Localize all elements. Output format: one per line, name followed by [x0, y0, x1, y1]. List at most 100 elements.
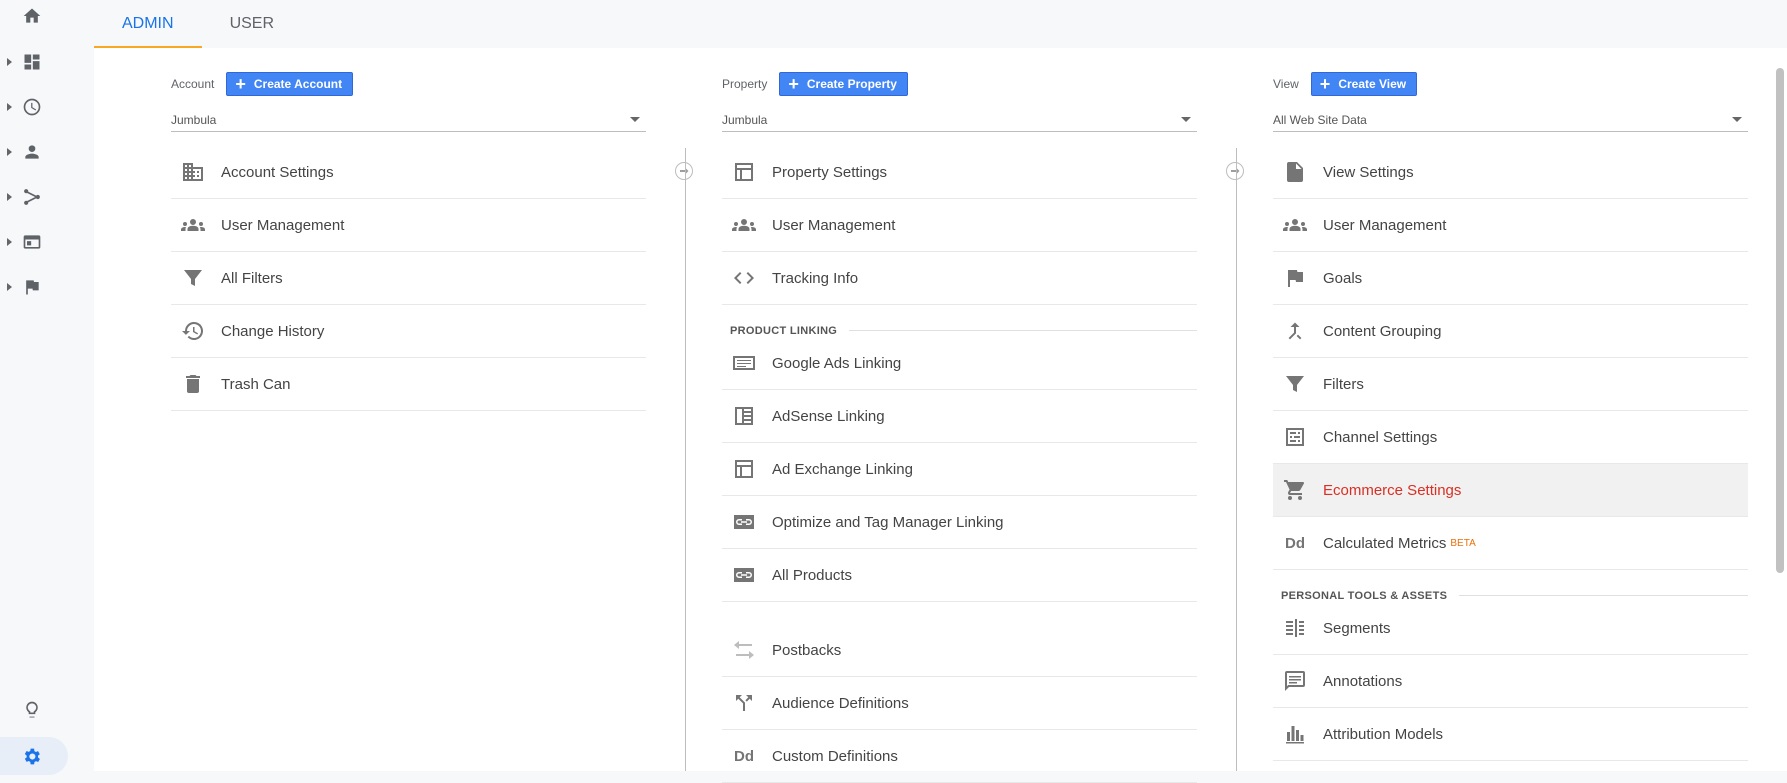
optimize-tag-manager-linking-item[interactable]: Optimize and Tag Manager Linking [722, 496, 1197, 549]
attribution-models-item[interactable]: Attribution Models [1273, 708, 1748, 761]
create-view-button[interactable]: + Create View [1310, 72, 1418, 96]
filter-icon [1281, 372, 1309, 396]
view-select[interactable]: All Web Site Data [1273, 108, 1748, 132]
tracking-info-item[interactable]: Tracking Info [722, 252, 1197, 305]
caret-right-icon [7, 103, 12, 111]
postbacks-item[interactable]: Postbacks [722, 624, 1197, 677]
goals-item[interactable]: Goals [1273, 252, 1748, 305]
beta-badge: BETA [1450, 537, 1476, 549]
admin-panel: Account + Create Account Jumbula Account… [94, 48, 1787, 783]
account-user-management-item[interactable]: User Management [171, 199, 646, 252]
people-icon [730, 213, 758, 237]
customization-nav-item[interactable] [0, 42, 68, 82]
dropdown-arrow-icon [630, 117, 640, 122]
segments-icon [1281, 616, 1309, 640]
trash-icon [179, 372, 207, 396]
adsense-linking-item[interactable]: AdSense Linking [722, 390, 1197, 443]
arrow-right-circle-icon [675, 162, 693, 180]
segments-item[interactable]: Segments [1273, 602, 1748, 655]
create-property-label: Create Property [806, 77, 897, 91]
acquisition-icon [24, 189, 40, 205]
ad-exchange-linking-item[interactable]: Ad Exchange Linking [722, 443, 1197, 496]
custom-definitions-item[interactable]: Dd Custom Definitions [722, 730, 1197, 783]
product-linking-section-header: PRODUCT LINKING [722, 305, 1197, 337]
layout-icon [730, 457, 758, 481]
left-nav-rail [0, 0, 68, 775]
column-divider [1236, 148, 1237, 771]
audience-definitions-item[interactable]: Audience Definitions [722, 677, 1197, 730]
all-products-item[interactable]: All Products [722, 549, 1197, 602]
account-select[interactable]: Jumbula [171, 108, 646, 132]
postback-icon [730, 638, 758, 662]
caret-right-icon [7, 193, 12, 201]
property-user-management-item[interactable]: User Management [722, 199, 1197, 252]
document-icon [1281, 160, 1309, 184]
bars-icon [1281, 722, 1309, 746]
view-selected-value: All Web Site Data [1273, 112, 1367, 127]
flag-icon [1281, 266, 1309, 290]
audience-nav-item[interactable] [0, 132, 68, 172]
create-property-button[interactable]: + Create Property [779, 72, 908, 96]
column-divider [685, 148, 686, 771]
plus-icon: + [1319, 74, 1331, 94]
people-icon [1281, 213, 1309, 237]
caret-right-icon [7, 283, 12, 291]
dropdown-arrow-icon [1181, 117, 1191, 122]
plus-icon: + [788, 74, 799, 94]
calculated-metrics-item[interactable]: Dd Calculated Metrics BETA [1273, 517, 1748, 570]
filters-item[interactable]: Filters [1273, 358, 1748, 411]
fork-icon [730, 691, 758, 715]
google-ads-linking-item[interactable]: Google Ads Linking [722, 337, 1197, 390]
realtime-nav-item[interactable] [0, 87, 68, 127]
all-filters-item[interactable]: All Filters [171, 252, 646, 305]
browser-icon [23, 235, 41, 249]
adsense-icon [730, 404, 758, 428]
admin-user-tabs: ADMIN USER [94, 0, 302, 48]
home-nav-item[interactable] [0, 0, 68, 36]
plus-icon: + [235, 74, 246, 94]
create-view-label: Create View [1338, 77, 1407, 91]
create-account-label: Create Account [253, 77, 343, 91]
view-label: View [1273, 77, 1299, 91]
personal-tools-section-header: PERSONAL TOOLS & ASSETS [1273, 570, 1748, 602]
history-icon [179, 319, 207, 343]
filter-icon [179, 266, 207, 290]
behavior-nav-item[interactable] [0, 222, 68, 262]
change-history-item[interactable]: Change History [171, 305, 646, 358]
content-grouping-item[interactable]: Content Grouping [1273, 305, 1748, 358]
link-icon [730, 510, 758, 534]
comment-icon [1281, 669, 1309, 693]
acquisition-nav-item[interactable] [0, 177, 68, 217]
tab-user[interactable]: USER [202, 0, 302, 48]
clock-icon [23, 98, 41, 116]
ads-icon [730, 351, 758, 375]
scrollbar[interactable] [1776, 68, 1784, 573]
view-settings-item[interactable]: View Settings [1273, 146, 1748, 199]
trash-can-item[interactable]: Trash Can [171, 358, 646, 411]
conversions-nav-item[interactable] [0, 267, 68, 307]
property-select[interactable]: Jumbula [722, 108, 1197, 132]
discover-button[interactable] [22, 700, 42, 720]
caret-right-icon [7, 148, 12, 156]
dd-icon: Dd [734, 747, 754, 765]
property-settings-item[interactable]: Property Settings [722, 146, 1197, 199]
layout-icon [730, 160, 758, 184]
admin-nav-item[interactable] [0, 737, 68, 775]
people-icon [179, 213, 207, 237]
ecommerce-settings-item[interactable]: Ecommerce Settings [1273, 464, 1748, 517]
account-label: Account [171, 77, 215, 91]
flag-icon [26, 280, 39, 295]
channel-icon [1281, 425, 1309, 449]
account-settings-item[interactable]: Account Settings [171, 146, 646, 199]
dd-icon: Dd [1285, 534, 1305, 552]
gear-icon [24, 748, 40, 765]
home-icon [23, 8, 41, 23]
channel-settings-item[interactable]: Channel Settings [1273, 411, 1748, 464]
tab-admin[interactable]: ADMIN [94, 0, 202, 48]
dropdown-arrow-icon [1732, 117, 1742, 122]
annotations-item[interactable]: Annotations [1273, 655, 1748, 708]
lightbulb-icon [26, 701, 38, 718]
create-account-button[interactable]: + Create Account [226, 72, 354, 96]
dashboard-icon [24, 54, 40, 70]
view-user-management-item[interactable]: User Management [1273, 199, 1748, 252]
